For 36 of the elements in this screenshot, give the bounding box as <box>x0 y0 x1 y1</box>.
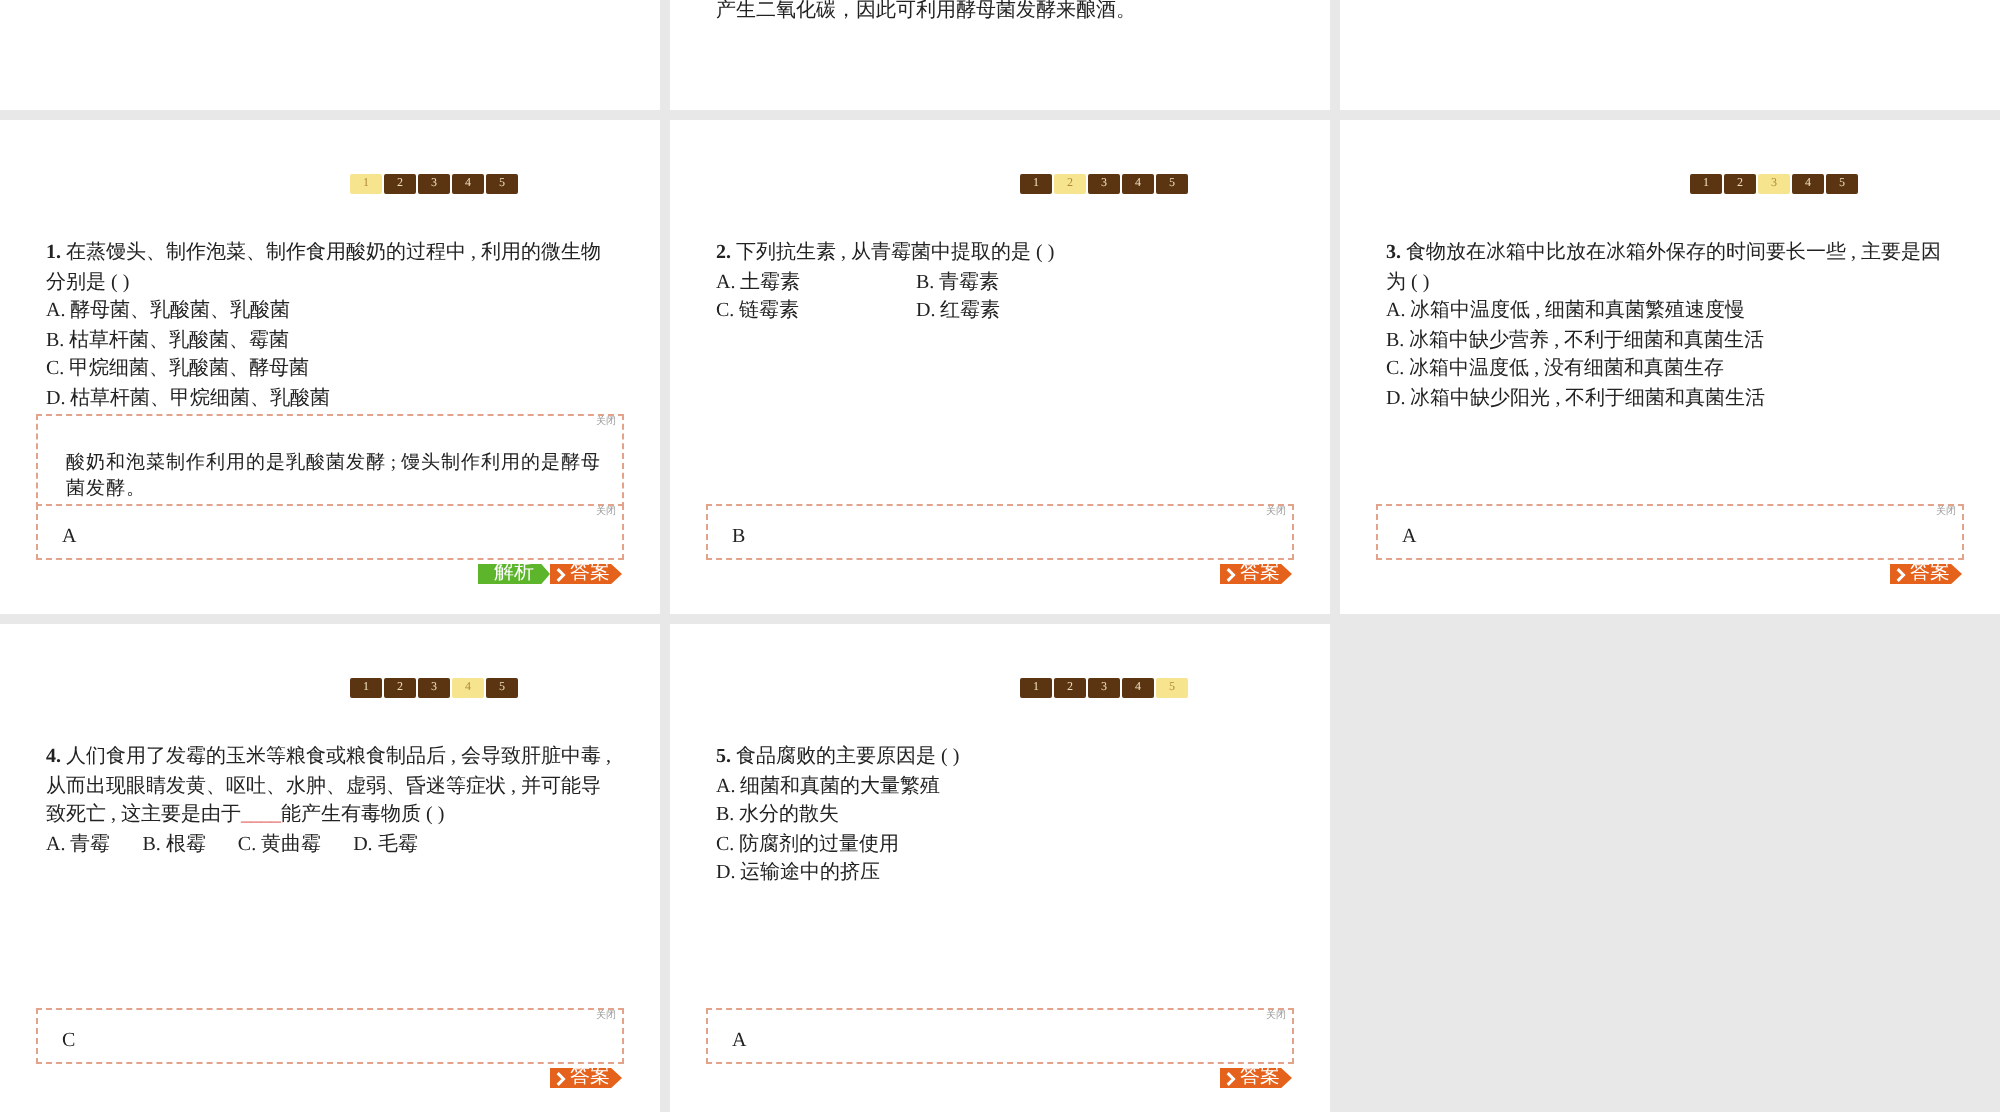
chevron-icon <box>1226 567 1236 581</box>
chevron-icon <box>556 1071 566 1085</box>
option-text: C. 链霉素 <box>716 298 802 326</box>
question-text: 5. 食品腐败的主要原因是 ( ) <box>716 744 962 772</box>
chevron-icon <box>1896 567 1906 581</box>
question-text: 3. 食物放在冰箱中比放在冰箱外保存的时间要长一些 , 主要是因为 ( ) <box>1386 240 1943 297</box>
chevron-icon <box>556 567 566 581</box>
option-text: D. 运输途中的挤压 <box>716 860 881 888</box>
option-text: D. 毛霉 <box>353 831 418 859</box>
option-text: B. 冰箱中缺少营养 , 不利于细菌和真菌生活 <box>1386 327 1765 355</box>
option-text: D. 冰箱中缺少阳光 , 不利于细菌和真菌生活 <box>1386 385 1766 413</box>
option-text: A. 冰箱中温度低 , 细菌和真菌繁殖速度慢 <box>1386 298 1746 326</box>
question-text: 4. 人们食用了发霉的玉米等粮食或粮食制品后 , 会导致肝脏中毒 , 从而出现眼睛发黄、呕吐、水肿、虚弱、昏迷等症状 , 并可能导致死亡 , 这主要是由于____能产生有毒物质 ( ) <box>46 744 613 830</box>
option-text: C. 甲烷细菌、乳酸菌、酵母菌 <box>46 356 310 384</box>
option-text: B. 水分的散失 <box>716 802 840 830</box>
option-text: A. 细菌和真菌的大量繁殖 <box>716 773 941 801</box>
answer-text: B <box>732 526 746 550</box>
option-text: C. 防腐剂的过量使用 <box>716 831 900 859</box>
option-text: B. 根霉 <box>142 831 206 859</box>
answer-text: A <box>62 526 77 550</box>
answer-text: C <box>62 1030 76 1054</box>
question-text: 1. 在蒸馒头、制作泡菜、制作食用酸奶的过程中 , 利用的微生物分别是 ( ) <box>46 240 603 297</box>
chevron-icon <box>1226 1071 1236 1085</box>
option-text: D. 枯草杆菌、甲烷细菌、乳酸菌 <box>46 385 331 413</box>
question-text: 2. 下列抗生素 , 从青霉菌中提取的是 ( ) <box>716 240 1057 268</box>
option-text: C. 冰箱中温度低 , 没有细菌和真菌生存 <box>1386 356 1725 384</box>
option-text: A. 酵母菌、乳酸菌、乳酸菌 <box>46 298 291 326</box>
option-text: B. 枯草杆菌、乳酸菌、霉菌 <box>46 327 290 355</box>
option-text: A. 青霉 <box>46 831 111 859</box>
analysis-text: 酸奶和泡菜制作利用的是乳酸菌发酵 ; 馒头制作利用的是酵母菌发酵。 <box>66 452 603 504</box>
answer-text: A <box>1402 526 1417 550</box>
option-text: C. 黄曲霉 <box>237 831 322 859</box>
option-text: B. 青霉素 <box>916 269 1000 297</box>
answer-text: A <box>732 1030 747 1054</box>
option-text: A. 土霉素 <box>716 269 803 297</box>
option-text: D. 红霉素 <box>916 298 1001 326</box>
